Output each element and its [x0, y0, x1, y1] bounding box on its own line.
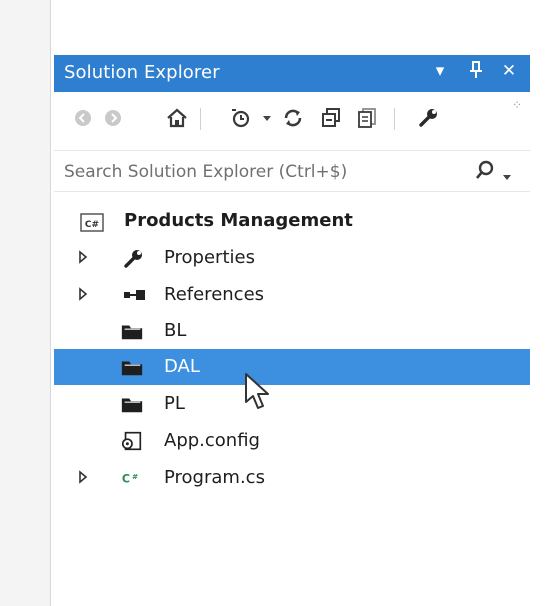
home-icon [167, 108, 187, 128]
folder-icon [121, 361, 143, 376]
search-options-dropdown[interactable] [502, 166, 512, 185]
tree-item-label: Properties [164, 247, 255, 268]
pending-changes-dropdown[interactable] [254, 105, 280, 131]
toolbar-separator [200, 108, 201, 130]
csharp-file-icon: C # [122, 472, 138, 486]
back-icon [75, 110, 91, 126]
csharp-project-icon: C# [80, 213, 104, 232]
tree-item-label: App.config [164, 430, 260, 451]
search-icon[interactable] [474, 159, 496, 185]
project-label: Products Management [124, 210, 353, 231]
tree-item-program-cs[interactable]: C # Program.cs [54, 460, 530, 496]
forward-icon [105, 110, 121, 126]
properties-wrench-icon [419, 109, 437, 127]
tree-item-pl[interactable]: PL [54, 386, 530, 422]
window-dropdown-button[interactable]: ▾ [430, 61, 450, 81]
svg-text:C: C [122, 473, 130, 486]
config-icon [121, 431, 142, 451]
pin-button[interactable] [466, 61, 486, 84]
references-icon [124, 290, 145, 300]
tree-item-references[interactable]: References [54, 277, 530, 313]
toolbar-overflow-icon[interactable]: ⁘ [512, 98, 522, 112]
tree-item-dal[interactable]: DAL [54, 349, 530, 385]
properties-button[interactable] [416, 105, 442, 131]
collapse-all-button[interactable] [318, 105, 344, 131]
folder-icon [121, 325, 143, 340]
forward-button[interactable] [100, 105, 126, 131]
sync-button[interactable] [280, 105, 306, 131]
close-button[interactable]: ✕ [498, 61, 520, 81]
toolbar-separator [394, 108, 395, 130]
tree-item-app-config[interactable]: App.config [54, 423, 530, 459]
window-title: Solution Explorer [64, 62, 220, 83]
tree-item-label: DAL [164, 356, 200, 377]
home-button[interactable] [164, 105, 190, 131]
svg-text:#: # [132, 472, 138, 481]
expand-arrow-icon[interactable] [78, 470, 88, 484]
show-all-files-button[interactable] [354, 105, 380, 131]
wrench-icon [124, 250, 142, 268]
expand-arrow-icon[interactable] [78, 250, 88, 264]
search-input[interactable] [62, 157, 466, 187]
expand-arrow-icon[interactable] [78, 287, 88, 301]
dropdown-arrow-icon [503, 175, 511, 180]
title-bar: Solution Explorer ▾ ✕ [54, 55, 530, 92]
pending-changes-filter-button[interactable] [228, 105, 254, 131]
search-box [54, 150, 530, 192]
mouse-cursor-icon [245, 373, 269, 409]
back-button[interactable] [70, 105, 96, 131]
tree-item-label: BL [164, 320, 187, 341]
collapse-all-icon [322, 108, 340, 127]
tree-item-bl[interactable]: BL [54, 313, 530, 349]
dropdown-arrow-icon [263, 116, 271, 121]
sync-icon [284, 109, 302, 127]
folder-icon [121, 398, 143, 413]
tree-item-label: References [164, 284, 265, 305]
tree-item-properties[interactable]: Properties [54, 240, 530, 276]
tree-item-project[interactable]: C# Products Management [54, 203, 530, 239]
tree-item-label: Program.cs [164, 467, 265, 488]
svg-text:C#: C# [85, 220, 99, 230]
show-all-files-icon [358, 108, 376, 128]
pending-changes-filter-icon [232, 109, 250, 128]
pin-icon [470, 61, 482, 78]
toolbar: ⁘ [54, 98, 530, 138]
tree-item-label: PL [164, 393, 185, 414]
